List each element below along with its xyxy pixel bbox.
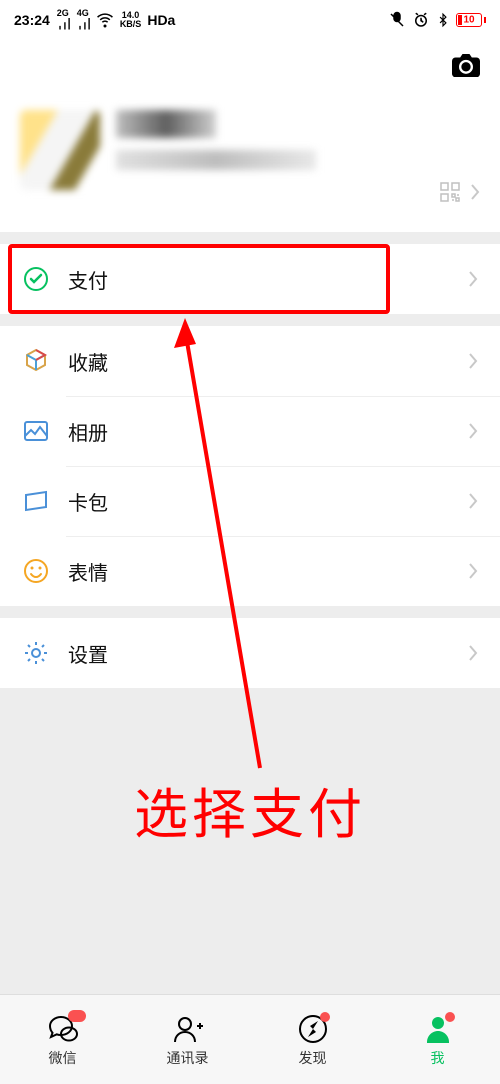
chevron-icon: [468, 270, 478, 288]
status-hd: HDa: [147, 12, 175, 28]
cards-icon: [22, 487, 50, 515]
chevron-icon: [468, 352, 478, 370]
menu-favorites[interactable]: 收藏: [0, 326, 500, 396]
menu-settings[interactable]: 设置: [0, 618, 500, 688]
status-right: 10: [388, 11, 486, 29]
status-net-2g: 2G: [56, 9, 70, 32]
tab-label: 通讯录: [167, 1048, 209, 1068]
settings-icon: [22, 639, 50, 667]
tab-discover[interactable]: 发现: [250, 995, 375, 1084]
chevron-icon: [468, 492, 478, 510]
tab-contacts[interactable]: 通讯录: [125, 995, 250, 1084]
discover-icon: [296, 1012, 330, 1046]
mute-icon: [388, 11, 406, 29]
contacts-icon: [171, 1012, 205, 1046]
badge: [68, 1010, 86, 1022]
chevron-icon: [468, 644, 478, 662]
badge-dot: [445, 1012, 455, 1022]
menu-cards[interactable]: 卡包: [0, 466, 500, 536]
chat-icon: [46, 1012, 80, 1046]
tab-chat[interactable]: 微信: [0, 995, 125, 1084]
header: [0, 40, 500, 92]
status-speed: 14.0KB/S: [120, 11, 142, 29]
alarm-icon: [412, 11, 430, 29]
status-net-4g: 4G: [76, 9, 90, 32]
status-time: 23:24: [14, 12, 50, 28]
qr-icon[interactable]: [440, 182, 460, 202]
bluetooth-icon: [436, 11, 450, 29]
favorites-icon: [22, 347, 50, 375]
status-left: 23:24 2G 4G 14.0KB/S HDa: [14, 9, 175, 32]
status-bar: 23:24 2G 4G 14.0KB/S HDa 10: [0, 0, 500, 40]
sticker-icon: [22, 557, 50, 585]
menu-pay[interactable]: 支付: [0, 244, 500, 314]
menu-label: 卡包: [68, 487, 108, 516]
badge-dot: [320, 1012, 330, 1022]
profile-id: [116, 150, 316, 170]
menu-label: 设置: [68, 639, 108, 668]
menu-label: 相册: [68, 417, 108, 446]
menu-label: 收藏: [68, 347, 108, 376]
tab-me[interactable]: 我: [375, 995, 500, 1084]
camera-icon[interactable]: [452, 54, 480, 78]
menu-album[interactable]: 相册: [0, 396, 500, 466]
battery-icon: 10: [456, 13, 486, 27]
tab-bar: 微信 通讯录 发现 我: [0, 994, 500, 1084]
chevron-icon: [470, 183, 480, 201]
tab-label: 微信: [49, 1048, 77, 1068]
chevron-icon: [468, 562, 478, 580]
menu-label: 表情: [68, 557, 108, 586]
wifi-icon: [96, 11, 114, 29]
annotation-highlight: [8, 244, 390, 314]
profile-card[interactable]: [0, 92, 500, 232]
avatar: [20, 110, 100, 190]
album-icon: [22, 417, 50, 445]
me-icon: [421, 1012, 455, 1046]
chevron-icon: [468, 422, 478, 440]
pay-icon: [22, 265, 50, 293]
menu-label: 支付: [68, 265, 108, 294]
tab-label: 发现: [299, 1048, 327, 1068]
profile-name: [116, 110, 216, 138]
profile-text: [116, 110, 480, 170]
menu-sticker[interactable]: 表情: [0, 536, 500, 606]
tab-label: 我: [431, 1048, 445, 1068]
annotation-text: 选择支付: [0, 770, 500, 849]
